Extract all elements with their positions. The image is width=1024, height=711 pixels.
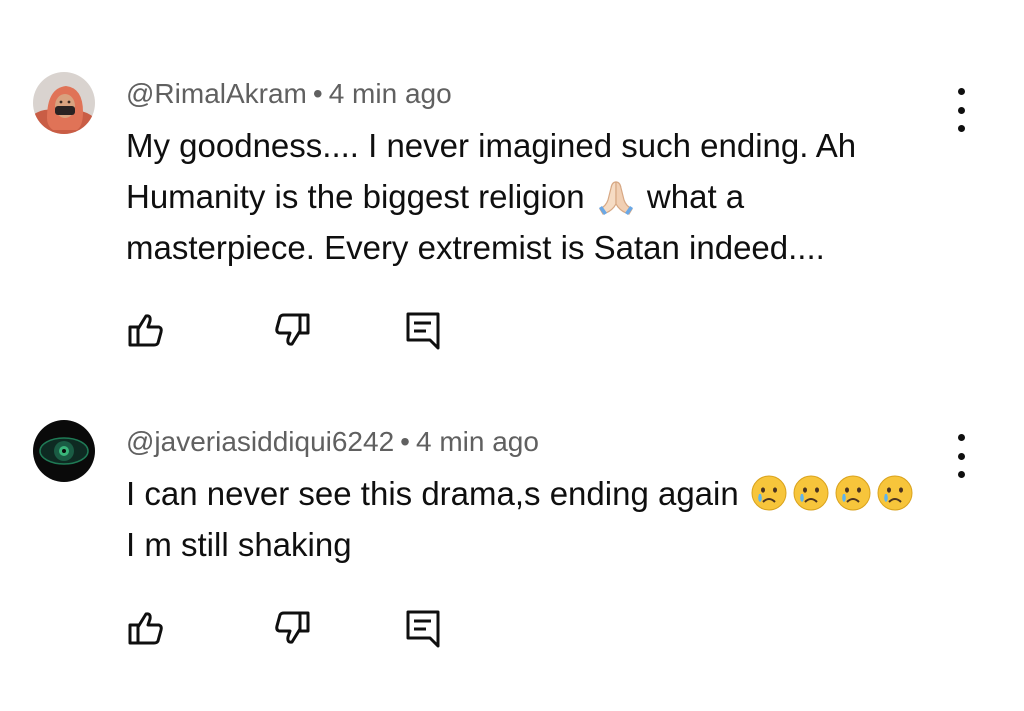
- folded-hands-emoji: [596, 176, 636, 216]
- dislike-icon[interactable]: [270, 608, 314, 648]
- comment-meta: @RimalAkram • 4 min ago: [126, 76, 452, 112]
- crying-face-emoji: [750, 474, 788, 512]
- comment-text-fragment: Humanity is the biggest religion: [126, 178, 585, 215]
- comment-time[interactable]: 4 min ago: [329, 78, 452, 109]
- comment-line: Humanity is the biggest religion what a: [126, 171, 946, 222]
- comment-text: My goodness.... I never imagined such en…: [126, 120, 946, 273]
- more-options-icon[interactable]: [946, 88, 976, 132]
- like-icon[interactable]: [124, 608, 168, 648]
- comment-line: I m still shaking: [126, 526, 352, 563]
- comment-line: I can never see this drama,s ending agai…: [126, 468, 946, 519]
- comment-meta: @javeriasiddiqui6242 • 4 min ago: [126, 424, 539, 460]
- reply-icon[interactable]: [402, 608, 446, 648]
- crying-face-emoji: [792, 474, 830, 512]
- reply-icon[interactable]: [402, 310, 446, 350]
- comment-author[interactable]: @RimalAkram: [126, 78, 307, 109]
- crying-face-emoji: [876, 474, 914, 512]
- comment-line: masterpiece. Every extremist is Satan in…: [126, 229, 825, 266]
- comment-text-fragment: I can never see this drama,s ending agai…: [126, 475, 739, 512]
- comment-text: I can never see this drama,s ending agai…: [126, 468, 946, 570]
- comment-time[interactable]: 4 min ago: [416, 426, 539, 457]
- comment-author[interactable]: @javeriasiddiqui6242: [126, 426, 394, 457]
- avatar[interactable]: [33, 420, 95, 482]
- meta-separator: •: [312, 78, 323, 109]
- avatar[interactable]: [33, 72, 95, 134]
- comment-text-fragment: what a: [646, 178, 745, 215]
- meta-separator: •: [400, 426, 410, 457]
- crying-face-emoji: [834, 474, 872, 512]
- like-icon[interactable]: [124, 310, 168, 350]
- comment-line: My goodness.... I never imagined such en…: [126, 127, 857, 164]
- more-options-icon[interactable]: [946, 434, 976, 478]
- dislike-icon[interactable]: [270, 310, 314, 350]
